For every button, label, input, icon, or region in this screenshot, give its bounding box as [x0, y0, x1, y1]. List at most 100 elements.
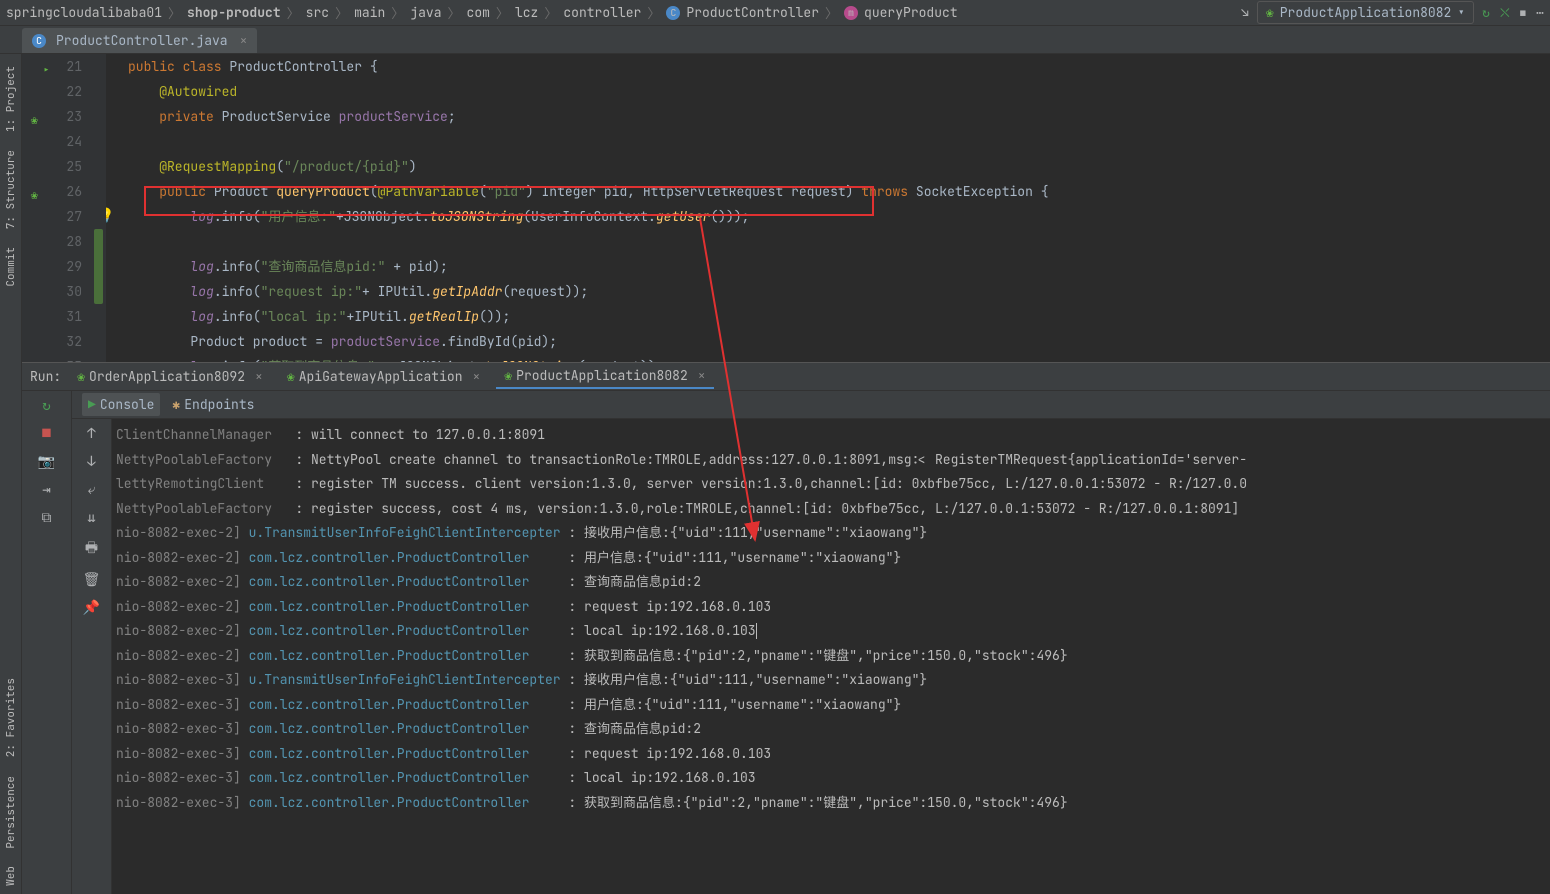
- clear-icon[interactable]: 🗑: [83, 571, 101, 589]
- console-line: nio-8082-exec-2] com.lcz.controller.Prod…: [116, 595, 1550, 620]
- vcs-gutter: [92, 54, 106, 362]
- console-line: nio-8082-exec-3] com.lcz.controller.Prod…: [116, 766, 1550, 791]
- line-number: 29: [22, 254, 82, 279]
- pin-icon[interactable]: 📌: [83, 599, 100, 617]
- class-icon: C: [666, 6, 680, 20]
- run-config-selector[interactable]: ❀ ProductApplication8082 ▾: [1257, 1, 1474, 24]
- wrap-icon[interactable]: ⤶: [88, 481, 96, 499]
- run-tool-column-left: ↻ ■ 📷 ⇥ ⧉: [22, 391, 72, 894]
- run-tab-order[interactable]: ❀OrderApplication8092×: [69, 365, 271, 388]
- layout-icon[interactable]: ⧉: [42, 509, 52, 527]
- console-line: nio-8082-exec-2] com.lcz.controller.Prod…: [116, 619, 1550, 644]
- bc-1[interactable]: shop-product: [187, 4, 281, 21]
- console-line: nio-8082-exec-3] com.lcz.controller.Prod…: [116, 693, 1550, 718]
- tab-structure[interactable]: 7: Structure: [2, 142, 20, 237]
- console-line: lettyRemotingClient : register TM succes…: [116, 472, 1550, 497]
- gutter: ▸21 22 ❀23 24 25 ❀26 💡27 28 29 30 31 32 …: [22, 54, 92, 362]
- console-line: NettyPoolableFactory : register success,…: [116, 497, 1550, 522]
- file-tab[interactable]: C ProductController.java ×: [22, 28, 257, 53]
- line-number: 33: [22, 354, 82, 362]
- print-icon[interactable]: 🖶: [85, 537, 98, 561]
- scroll-icon[interactable]: ⇊: [87, 509, 95, 527]
- console-line: nio-8082-exec-3] com.lcz.controller.Prod…: [116, 791, 1550, 816]
- run-body: ↻ ■ 📷 ⇥ ⧉ ▶Console ✱Endpoints: [22, 391, 1550, 894]
- endpoints-tab[interactable]: ✱Endpoints: [172, 396, 254, 413]
- play-icon: ▶: [88, 396, 96, 413]
- toolbar-icons: ↻ ⛌ ⏹ ⋯: [1482, 4, 1544, 21]
- line-number: 💡27: [22, 204, 82, 229]
- line-number: 32: [22, 329, 82, 354]
- console-line: nio-8082-exec-3] u.TransmitUserInfoFeigh…: [116, 668, 1550, 693]
- breadcrumb[interactable]: springcloudalibaba01 〉 shop-product 〉 src 〉…: [6, 3, 1241, 22]
- endpoints-icon: ✱: [172, 396, 180, 413]
- line-number: 31: [22, 304, 82, 329]
- console-tool-column: ↑ ↓ ⤶ ⇊ 🖶 🗑 📌: [72, 419, 112, 894]
- tab-favorites[interactable]: 2: Favorites: [2, 670, 20, 765]
- chevron-icon: 〉: [825, 3, 838, 22]
- tab-commit[interactable]: Commit: [2, 239, 20, 295]
- chevron-icon: 〉: [647, 3, 660, 22]
- spring-icon: ❀: [504, 367, 512, 384]
- up-icon[interactable]: ↑: [87, 425, 95, 443]
- run-header: Run: ❀OrderApplication8092× ❀ApiGatewayA…: [22, 363, 1550, 391]
- code-editor[interactable]: ▸21 22 ❀23 24 25 ❀26 💡27 28 29 30 31 32 …: [22, 54, 1550, 362]
- run-panel: Run: ❀OrderApplication8092× ❀ApiGatewayA…: [22, 362, 1550, 894]
- console-line: nio-8082-exec-2] com.lcz.controller.Prod…: [116, 644, 1550, 669]
- tab-persistence[interactable]: Persistence: [2, 768, 20, 857]
- vcs-added-mark[interactable]: [94, 229, 103, 304]
- down-icon[interactable]: ↓: [87, 453, 95, 471]
- line-number: ❀23: [22, 104, 82, 129]
- camera-icon[interactable]: 📷: [38, 453, 55, 471]
- debug-icon[interactable]: ⛌: [1500, 4, 1510, 21]
- chevron-icon: 〉: [391, 3, 404, 22]
- stop-icon[interactable]: ⏹: [1520, 4, 1527, 21]
- chevron-down-icon: ▾: [1457, 4, 1465, 21]
- run-label: Run:: [30, 368, 61, 385]
- chevron-icon: 〉: [496, 3, 509, 22]
- line-number: ▸21: [22, 54, 82, 79]
- line-number: 22: [22, 79, 82, 104]
- chevron-icon: 〉: [335, 3, 348, 22]
- build-icon[interactable]: ↘: [1241, 4, 1249, 21]
- chevron-icon: 〉: [544, 3, 557, 22]
- console-tab[interactable]: ▶Console: [82, 393, 160, 416]
- tab-web[interactable]: Web: [2, 858, 20, 894]
- more-icon[interactable]: ⋯: [1536, 4, 1544, 21]
- left-sidebar: 1: Project 7: Structure Commit 2: Favori…: [0, 54, 22, 894]
- stop-icon[interactable]: ■: [42, 425, 50, 443]
- line-number: 30: [22, 279, 82, 304]
- bc-9[interactable]: queryProduct: [864, 4, 958, 21]
- bc-0[interactable]: springcloudalibaba01: [6, 4, 162, 21]
- method-icon: m: [844, 6, 858, 20]
- console-line: nio-8082-exec-2] u.TransmitUserInfoFeigh…: [116, 521, 1550, 546]
- close-icon[interactable]: ×: [255, 368, 263, 385]
- bc-3[interactable]: main: [354, 4, 385, 21]
- spring-icon: ❀: [1266, 4, 1274, 21]
- line-number: 24: [22, 129, 82, 154]
- toolbar-right: ↘ ❀ ProductApplication8082 ▾ ↻ ⛌ ⏹ ⋯: [1241, 1, 1544, 24]
- line-number: ❀26: [22, 179, 82, 204]
- chevron-icon: 〉: [287, 3, 300, 22]
- rerun-icon[interactable]: ↻: [42, 397, 50, 415]
- console-output[interactable]: ClientChannelManager : will connect to 1…: [112, 419, 1550, 894]
- exit-icon[interactable]: ⇥: [42, 481, 50, 499]
- restart-icon[interactable]: ↻: [1482, 4, 1490, 21]
- class-icon: C: [32, 34, 46, 48]
- console-line: nio-8082-exec-3] com.lcz.controller.Prod…: [116, 742, 1550, 767]
- run-tab-gateway[interactable]: ❀ApiGatewayApplication×: [279, 365, 488, 388]
- bc-2[interactable]: src: [306, 4, 329, 21]
- console-line: NettyPoolableFactory : NettyPool create …: [116, 448, 1550, 473]
- close-icon[interactable]: ×: [473, 368, 481, 385]
- bc-5[interactable]: com: [467, 4, 490, 21]
- bc-7[interactable]: controller: [563, 4, 641, 21]
- bc-4[interactable]: java: [410, 4, 441, 21]
- console-line: nio-8082-exec-2] com.lcz.controller.Prod…: [116, 546, 1550, 571]
- close-icon[interactable]: ×: [698, 367, 706, 384]
- bc-6[interactable]: lcz: [515, 4, 538, 21]
- run-tab-product[interactable]: ❀ProductApplication8082×: [496, 364, 713, 389]
- tab-project[interactable]: 1: Project: [2, 58, 20, 140]
- bc-8[interactable]: ProductController: [686, 4, 819, 21]
- close-icon[interactable]: ×: [240, 32, 248, 49]
- spring-icon: ❀: [287, 368, 295, 385]
- code-area[interactable]: public class ProductController { @Autowi…: [106, 54, 1550, 362]
